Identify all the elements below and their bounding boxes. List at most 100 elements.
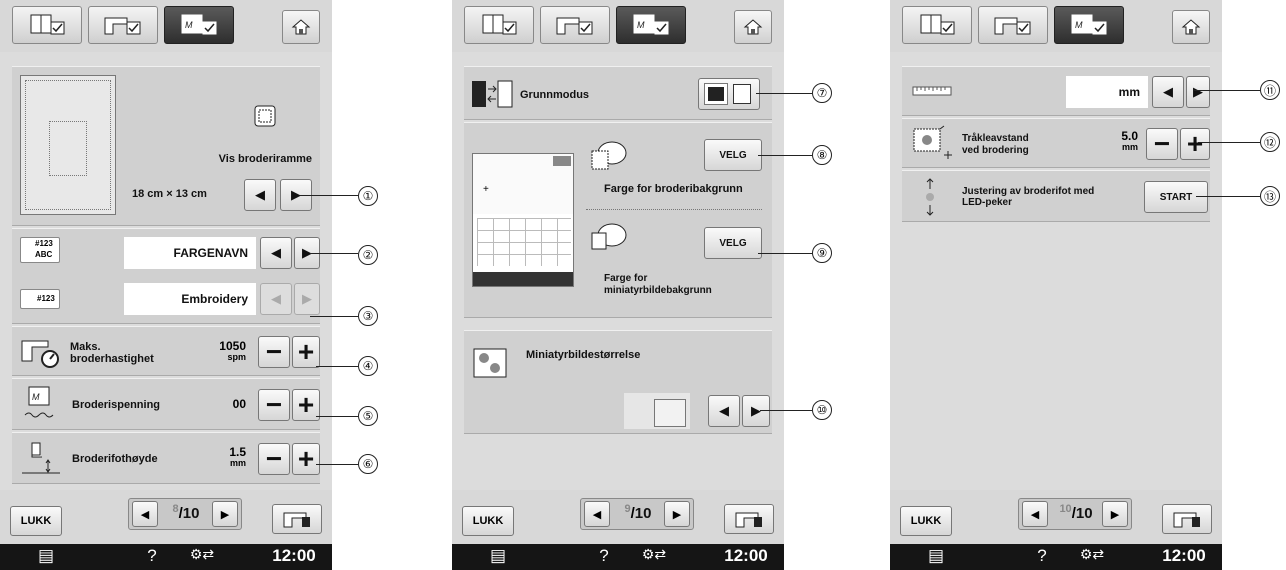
page-indicator: 10/10 [1059,503,1093,522]
thumb-color-select-button[interactable]: VELG [704,227,762,259]
callout-3: ③ [358,306,378,326]
tab-embroidery-settings[interactable]: M [164,6,234,44]
thumbnail-size-icon [473,348,507,378]
embroidery-mode-button[interactable] [1162,504,1212,534]
status-bar: ▤ ? ⚙⇄ 12:00 [0,544,332,570]
thread-number-next-button[interactable]: ▶ [294,283,320,315]
home-button[interactable] [734,10,772,44]
thumb-size-next-button[interactable]: ▶ [742,395,770,427]
callout-4: ④ [358,356,378,376]
help-icon[interactable]: ? [1032,546,1052,566]
page-prev-button[interactable]: ◀ [584,501,610,527]
callout-line-3 [310,316,358,317]
status-bar: ▤ ? ⚙⇄ 12:00 [890,544,1222,570]
page-next-button[interactable]: ▶ [664,501,690,527]
tab-general-settings[interactable] [902,6,972,44]
basting-increase-button[interactable]: + [1180,128,1210,160]
frame-prev-button[interactable]: ◀ [244,179,276,211]
sewing-machine-check-icon [556,17,593,35]
bottom-bar: LUKK ◀ 8/10 ▶ [0,490,332,544]
base-mode-panel: Grunnmodus [464,66,772,120]
max-speed-decrease-button[interactable]: − [258,336,290,368]
home-button[interactable] [282,10,320,44]
close-button[interactable]: LUKK [462,506,514,536]
tab-general-settings[interactable] [464,6,534,44]
callout-line-1 [300,195,358,196]
callout-line-2 [310,253,358,254]
palette-grid-icon [591,223,627,250]
frame-width: 18 cm [132,188,164,200]
thread-name-prev-button[interactable]: ◀ [260,237,292,269]
dark-mode-option[interactable] [704,83,728,105]
tension-decrease-button[interactable]: − [258,389,290,421]
tools-icon[interactable]: ⚙⇄ [178,546,226,563]
home-icon [743,19,763,35]
foot-height-decrease-button[interactable]: − [258,443,290,475]
document-icon[interactable]: ▤ [926,546,946,566]
bg-color-label: Farge for broderibakgrunn [604,183,743,195]
sewing-machine-icon [283,512,310,528]
bg-color-select-button[interactable]: VELG [704,139,762,171]
document-icon[interactable]: ▤ [488,546,508,566]
tab-general-settings[interactable] [12,6,82,44]
tab-sewing-settings[interactable] [540,6,610,44]
document-icon[interactable]: ▤ [36,546,56,566]
callout-8: ⑧ [812,145,832,165]
thread-number-icon: #123 [20,289,60,309]
home-button[interactable] [1172,10,1210,44]
close-button[interactable]: LUKK [10,506,62,536]
tension-panel: M Broderispenning 00 − + [12,378,320,430]
page-prev-button[interactable]: ◀ [1022,501,1048,527]
led-start-button[interactable]: START [1144,181,1208,213]
help-icon[interactable]: ? [142,546,162,566]
sewing-machine-check-icon [994,17,1031,35]
thumb-size-prev-button[interactable]: ◀ [708,395,740,427]
thread-number-prev-button[interactable]: ◀ [260,283,292,315]
page-prev-button[interactable]: ◀ [132,501,158,527]
sewing-machine-icon [1173,512,1200,528]
machine-speed-icon [21,340,59,368]
tools-icon[interactable]: ⚙⇄ [630,546,678,563]
units-next-button[interactable]: ▶ [1186,76,1210,108]
callout-line-7 [756,93,812,94]
page-next-button[interactable]: ▶ [1102,501,1128,527]
callout-1: ① [358,186,378,206]
units-prev-button[interactable]: ◀ [1152,76,1184,108]
tab-sewing-settings[interactable] [88,6,158,44]
frame-display-panel: Vis broderiramme 18 cm × 13 cm ◀ ▶ [12,66,320,226]
close-button[interactable]: LUKK [900,506,952,536]
embroidery-mode-button[interactable] [272,504,322,534]
foot-height-increase-button[interactable]: + [292,443,320,475]
tab-embroidery-settings[interactable]: M [616,6,686,44]
callout-11: ⑪ [1260,80,1280,100]
book-check-icon [30,14,65,35]
help-icon[interactable]: ? [594,546,614,566]
sewing-machine-check-icon [104,17,141,35]
screen-preview: + [472,153,574,287]
light-mode-option[interactable] [733,84,751,104]
embroidery-mode-button[interactable] [724,504,774,534]
clock: 12:00 [724,546,768,565]
base-mode-label: Grunnmodus [520,89,590,101]
page-indicator: 8/10 [172,503,200,522]
callout-line-10 [760,410,812,411]
tools-icon[interactable]: ⚙⇄ [1068,546,1116,563]
max-speed-increase-button[interactable]: + [292,336,320,368]
clock: 12:00 [1162,546,1206,565]
tab-sewing-settings[interactable] [978,6,1048,44]
callout-6: ⑥ [358,454,378,474]
tab-embroidery-settings[interactable]: M [1054,6,1124,44]
background-color-panel: + VELG Farge for broderibakgrunn VELG Fa… [464,122,772,318]
foot-height-panel: Broderifothøyde 1.5 mm − + [12,432,320,484]
palette-icon [591,141,627,170]
page-next-button[interactable]: ▶ [212,501,238,527]
svg-text:M: M [32,392,40,402]
basting-decrease-button[interactable]: − [1146,128,1178,160]
callout-12: ⑫ [1260,132,1280,152]
ruler-icon [912,86,952,96]
thumb-size-label: Miniatyrbildestørrelse [526,349,641,361]
thumb-bg-color-label: Farge for miniatyrbildebakgrunn [604,273,712,296]
page-navigator: ◀ 10/10 ▶ [1018,498,1132,530]
base-mode-toggle[interactable] [698,78,760,110]
page-navigator: ◀ 8/10 ▶ [128,498,242,530]
